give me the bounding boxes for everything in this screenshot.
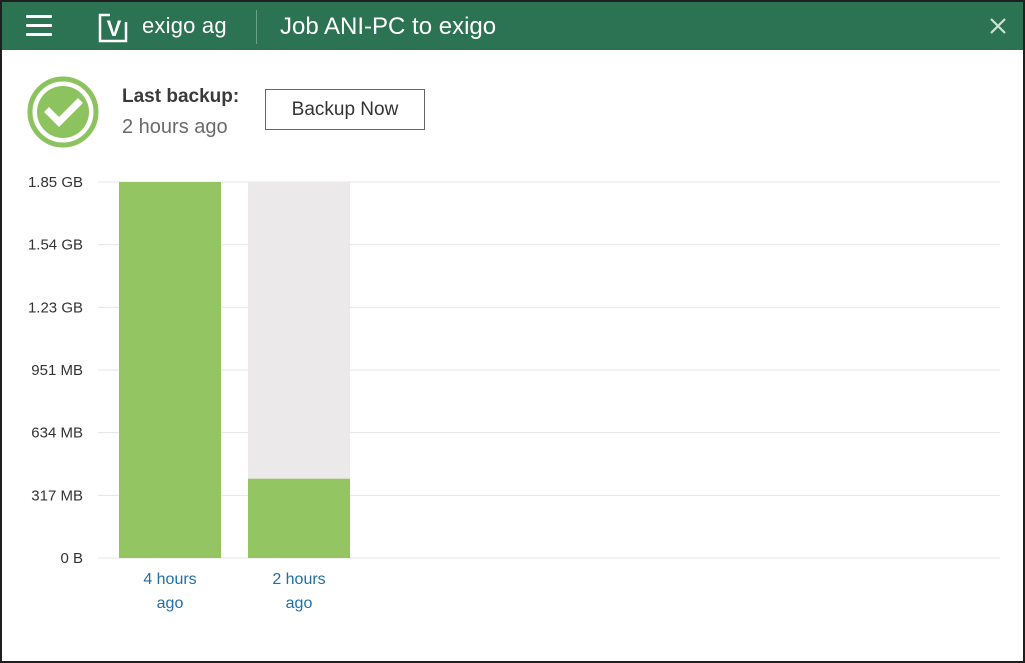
last-backup-label: Last backup:	[122, 86, 240, 107]
svg-text:V: V	[107, 16, 122, 41]
title-bar: V exigo ag Job ANI-PC to exigo	[2, 2, 1023, 50]
veeam-logo-icon: V	[98, 12, 128, 43]
success-check-icon	[27, 76, 99, 148]
title-divider	[256, 10, 257, 44]
x-tick-label[interactable]: ago	[286, 595, 313, 612]
backup-job-window: V exigo ag Job ANI-PC to exigo Last back…	[0, 0, 1025, 663]
y-tick-label: 1.54 GB	[28, 237, 83, 254]
x-tick-label[interactable]: ago	[157, 595, 184, 612]
x-tick-label[interactable]: 4 hours	[143, 571, 196, 588]
close-icon[interactable]	[986, 14, 1010, 38]
backup-now-button[interactable]: Backup Now	[265, 89, 425, 130]
y-tick-label: 951 MB	[31, 362, 83, 379]
backup-size-chart: 0 B 317 MB 634 MB 951 MB 1.23 GB 1.54 GB 1.85 …	[28, 174, 1000, 612]
y-tick-label: 0 B	[60, 550, 83, 567]
brand-name: exigo ag	[142, 13, 227, 38]
y-tick-label: 634 MB	[31, 425, 83, 442]
bar[interactable]	[248, 478, 350, 558]
y-tick-label: 1.85 GB	[28, 174, 83, 191]
x-tick-label[interactable]: 2 hours	[272, 571, 325, 588]
hamburger-menu-icon[interactable]	[26, 15, 52, 37]
bar[interactable]	[119, 182, 221, 558]
y-tick-label: 1.23 GB	[28, 299, 83, 316]
job-title: Job ANI-PC to exigo	[280, 13, 497, 40]
last-backup-value: 2 hours ago	[122, 116, 228, 138]
y-tick-label: 317 MB	[31, 487, 83, 504]
